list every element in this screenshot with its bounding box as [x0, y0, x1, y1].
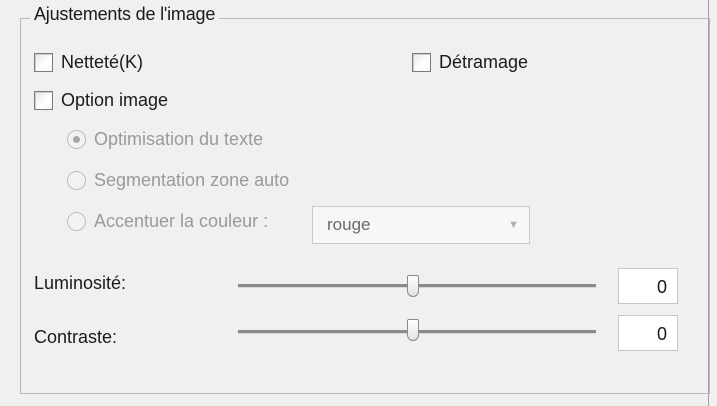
contrast-value-field[interactable]: 0 — [618, 315, 678, 351]
descreening-label: Détramage — [439, 52, 529, 72]
contrast-slider-thumb[interactable] — [407, 319, 419, 341]
descreening-checkbox[interactable]: Détramage — [412, 52, 528, 73]
brightness-slider-thumb[interactable] — [407, 275, 419, 297]
image-adjustments-panel: Ajustements de l'image Netteté(K) Détram… — [0, 0, 717, 406]
color-enhance-radio-button[interactable] — [67, 212, 86, 231]
color-dropdown-value: rouge — [327, 215, 371, 234]
sharpness-label: Netteté(K) — [61, 52, 144, 72]
image-option-checkbox-box[interactable] — [34, 91, 53, 110]
brightness-value-field[interactable]: 0 — [618, 268, 678, 304]
sharpness-checkbox-box[interactable] — [34, 53, 53, 72]
text-enhancement-radio[interactable]: Optimisation du texte — [67, 129, 263, 150]
descreening-checkbox-box[interactable] — [412, 53, 431, 72]
image-option-label: Option image — [61, 90, 169, 110]
text-enhancement-label: Optimisation du texte — [94, 129, 264, 149]
color-dropdown[interactable]: rouge ▼ — [312, 206, 530, 244]
brightness-label: Luminosité: — [34, 273, 127, 293]
auto-area-segmentation-radio-button[interactable] — [67, 171, 86, 190]
auto-area-segmentation-radio[interactable]: Segmentation zone auto — [67, 170, 289, 191]
chevron-down-icon: ▼ — [508, 219, 519, 231]
contrast-label: Contraste: — [34, 327, 118, 347]
color-enhance-radio[interactable]: Accentuer la couleur : — [67, 211, 268, 232]
auto-area-segmentation-label: Segmentation zone auto — [94, 170, 290, 190]
text-enhancement-radio-button[interactable] — [67, 130, 86, 149]
sharpness-checkbox[interactable]: Netteté(K) — [34, 52, 143, 73]
color-enhance-label: Accentuer la couleur : — [94, 211, 269, 231]
image-option-checkbox[interactable]: Option image — [34, 90, 168, 111]
groupbox-title: Ajustements de l'image — [30, 4, 220, 25]
